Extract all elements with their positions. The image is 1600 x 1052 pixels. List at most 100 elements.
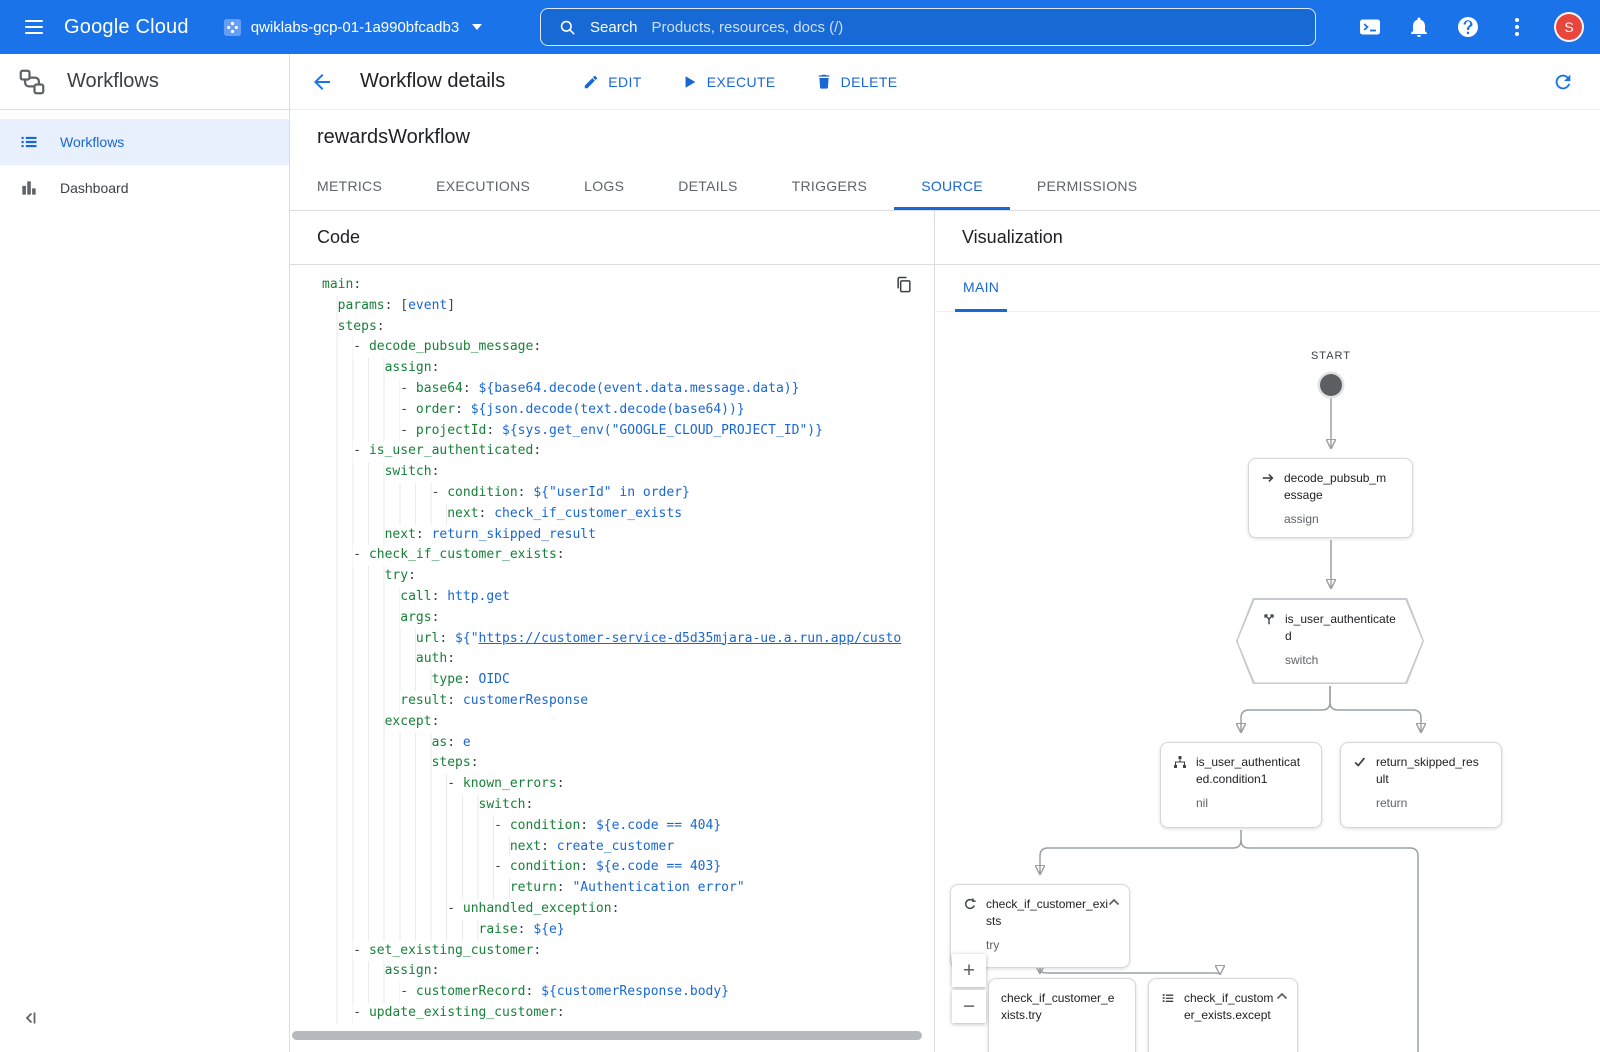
search-label: Search: [590, 19, 638, 36]
node-label: check_if_customer_exists: [986, 896, 1119, 931]
tab-source[interactable]: SOURCE: [894, 164, 1010, 210]
node-type-label: return: [1353, 796, 1491, 810]
code-line: - customerRecord: ${customerResponse.bod…: [322, 982, 934, 1003]
node-check_if_customer_exists.except[interactable]: check_if_customer_exists.except: [1148, 978, 1298, 1052]
code-line: next: create_customer: [322, 837, 934, 858]
code-line: assign:: [322, 961, 934, 982]
workflow-name: rewardsWorkflow: [317, 126, 470, 149]
project-selector[interactable]: qwiklabs-gcp-01-1a990bfcadb3: [223, 18, 482, 37]
call-split-icon: [1262, 612, 1277, 626]
code-line: assign:: [322, 358, 934, 379]
viz-panel-title: Visualization: [962, 227, 1063, 248]
code-line: - base64: ${base64.decode(event.data.mes…: [322, 379, 934, 400]
code-editor[interactable]: main:params: [event]steps:- decode_pubsu…: [290, 265, 934, 1052]
tab-triggers[interactable]: TRIGGERS: [765, 164, 895, 210]
project-name: qwiklabs-gcp-01-1a990bfcadb3: [251, 19, 459, 36]
help-icon[interactable]: [1456, 15, 1480, 39]
node-type-label: switch: [1262, 653, 1408, 667]
code-line: - check_if_customer_exists:: [322, 545, 934, 566]
more-options-kebab-icon[interactable]: [1505, 15, 1529, 39]
sidebar: Workflows Workflows Dashboard: [0, 54, 290, 1052]
chevron-up-icon[interactable]: [1276, 992, 1288, 1000]
notifications-bell-icon[interactable]: [1407, 15, 1431, 39]
search-icon: [558, 18, 577, 37]
node-label: check_if_customer_exists.try: [1001, 990, 1125, 1025]
code-line: switch:: [322, 462, 934, 483]
zoom-in-button[interactable]: +: [952, 954, 986, 987]
toolbar: Workflow details EDIT EXECUTE DELETE: [290, 54, 1600, 110]
copy-code-icon[interactable]: [894, 275, 914, 295]
tab-metrics[interactable]: METRICS: [290, 164, 409, 210]
refresh-button[interactable]: [1552, 71, 1574, 93]
code-line: - is_user_authenticated:: [322, 441, 934, 462]
node-is_user_authenticated.condition1[interactable]: is_user_authenticated.condition1nil: [1160, 742, 1322, 828]
code-line: params: [event]: [322, 296, 934, 317]
code-panel-header: Code: [290, 211, 934, 265]
visualization-panel: Visualization MAIN START + −: [935, 211, 1600, 1052]
google-cloud-logo: Google Cloud: [64, 16, 189, 39]
sidebar-title: Workflows: [67, 70, 159, 93]
delete-button[interactable]: DELETE: [816, 74, 898, 90]
node-type-label: assign: [1261, 512, 1402, 526]
dashboard-icon: [19, 178, 39, 198]
tab-executions[interactable]: EXECUTIONS: [409, 164, 557, 210]
sidebar-header: Workflows: [0, 54, 289, 110]
tab-main[interactable]: MAIN: [955, 265, 1007, 312]
code-line: - condition: ${"userId" in order}: [322, 483, 934, 504]
node-check_if_customer_exists.try[interactable]: check_if_customer_exists.try: [988, 978, 1136, 1052]
code-line: next: return_skipped_result: [322, 525, 934, 546]
collapse-sidebar-icon[interactable]: [20, 1008, 40, 1028]
start-node[interactable]: [1320, 374, 1342, 396]
trash-icon: [816, 74, 832, 90]
sidebar-item-label: Workflows: [60, 134, 124, 150]
search-bar[interactable]: Search Products, resources, docs (/): [540, 8, 1316, 46]
node-decode_pubsub_message[interactable]: decode_pubsub_messageassign: [1248, 458, 1413, 538]
code-line: url: ${"https://customer-service-d5d35mj…: [322, 629, 934, 650]
chevron-up-icon[interactable]: [1108, 898, 1120, 906]
page-title: Workflow details: [360, 70, 505, 93]
edit-button[interactable]: EDIT: [583, 74, 642, 90]
sidebar-item-label: Dashboard: [60, 180, 129, 196]
start-label: START: [1291, 350, 1371, 362]
list-icon: [19, 132, 39, 152]
code-block: main:params: [event]steps:- decode_pubsu…: [322, 275, 934, 1024]
code-line: steps:: [322, 317, 934, 338]
node-return_skipped_result[interactable]: return_skipped_resultreturn: [1340, 742, 1502, 828]
cloud-shell-icon[interactable]: [1358, 15, 1382, 39]
tab-details[interactable]: DETAILS: [651, 164, 764, 210]
sidebar-item-dashboard[interactable]: Dashboard: [0, 165, 289, 211]
zoom-out-button[interactable]: −: [952, 990, 986, 1023]
code-line: - set_existing_customer:: [322, 941, 934, 962]
execute-button[interactable]: EXECUTE: [682, 74, 776, 90]
node-label: return_skipped_result: [1376, 754, 1491, 789]
viz-canvas: START + − decode_pubsub_messageassign is_…: [935, 312, 1600, 1052]
tab-permissions[interactable]: PERMISSIONS: [1010, 164, 1165, 210]
workflows-product-icon: [17, 67, 47, 97]
code-line: - order: ${json.decode(text.decode(base6…: [322, 400, 934, 421]
node-label: check_if_customer_exists.except: [1184, 990, 1287, 1025]
tree-icon: [1173, 755, 1188, 769]
action-label: DELETE: [841, 74, 898, 90]
node-label: decode_pubsub_message: [1284, 470, 1402, 505]
code-line: - condition: ${e.code == 404}: [322, 816, 934, 837]
code-line: switch:: [322, 795, 934, 816]
menu-icon[interactable]: [14, 7, 54, 47]
sidebar-item-workflows[interactable]: Workflows: [0, 119, 289, 165]
node-label: is_user_authenticated.condition1: [1196, 754, 1311, 789]
arrow-right-icon: [1261, 471, 1276, 485]
action-label: EXECUTE: [707, 74, 776, 90]
zoom-controls: + −: [952, 954, 986, 1026]
horizontal-scrollbar[interactable]: [292, 1031, 922, 1040]
node-type-label: nil: [1173, 796, 1311, 810]
code-line: - projectId: ${sys.get_env("GOOGLE_CLOUD…: [322, 421, 934, 442]
panels: Code main:params: [event]steps:- decode_…: [290, 211, 1600, 1052]
avatar[interactable]: S: [1554, 12, 1584, 42]
code-line: result: customerResponse: [322, 691, 934, 712]
viz-panel-header: Visualization: [935, 211, 1600, 265]
tab-logs[interactable]: LOGS: [557, 164, 651, 210]
topbar-right: S: [1358, 0, 1584, 54]
back-button[interactable]: [310, 70, 334, 94]
code-line: main:: [322, 275, 934, 296]
code-panel: Code main:params: [event]steps:- decode_…: [290, 211, 935, 1052]
node-is_user_authenticated[interactable]: is_user_authenticatedswitch: [1236, 598, 1424, 684]
